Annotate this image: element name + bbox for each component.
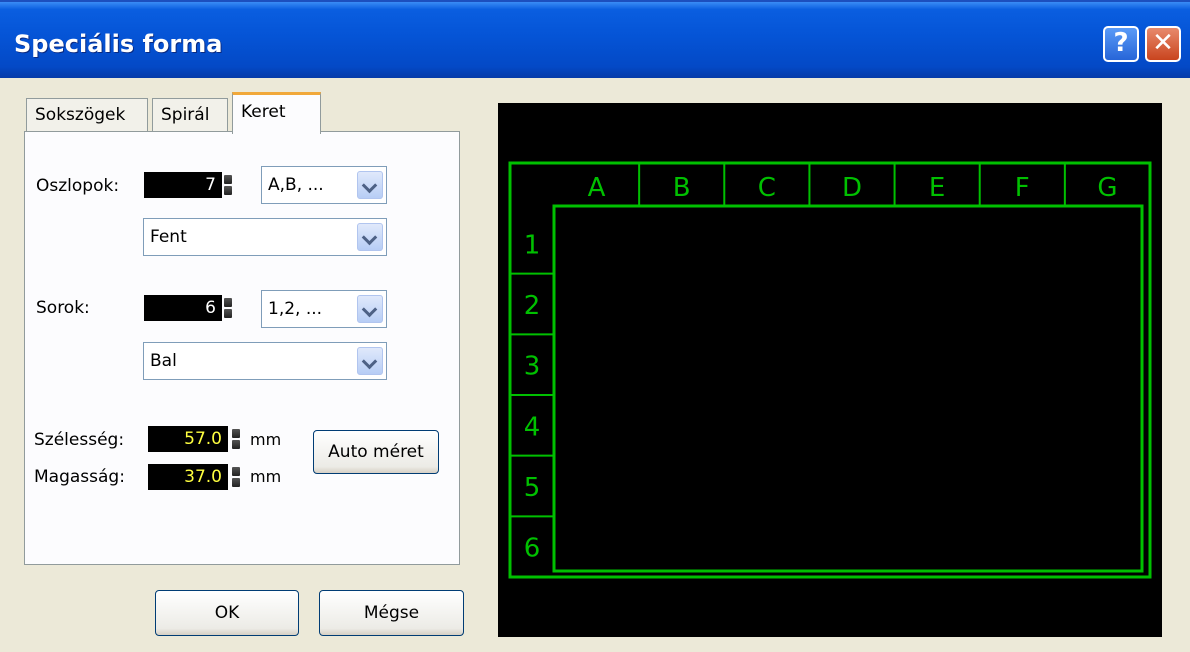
column-header-A: A	[588, 173, 606, 203]
rows-format-value: 1,2, ...	[268, 299, 323, 319]
cancel-button[interactable]: Mégse	[319, 590, 464, 636]
help-button[interactable]: ?	[1103, 26, 1139, 62]
height-unit: mm	[250, 467, 282, 486]
row-header-1: 1	[524, 230, 541, 260]
chevron-down-icon[interactable]	[357, 171, 383, 199]
column-header-C: C	[758, 173, 776, 203]
columns-format-select[interactable]: A,B, ...	[261, 166, 387, 204]
columns-position-value: Fent	[150, 227, 187, 247]
width-spin-icon[interactable]	[232, 429, 240, 449]
inner-frame	[552, 204, 1144, 573]
row-header-4: 4	[524, 412, 541, 442]
row-header-5: 5	[524, 473, 541, 503]
column-header-B: B	[673, 173, 691, 203]
ok-button[interactable]: OK	[155, 590, 299, 636]
title-bar: Speciális forma ? ✕	[0, 0, 1190, 78]
rows-label: Sorok:	[36, 298, 90, 318]
columns-format-value: A,B, ...	[268, 175, 324, 195]
column-header-E: E	[929, 173, 945, 203]
column-header-D: D	[842, 173, 862, 203]
columns-count-input[interactable]: 7	[144, 172, 222, 198]
close-button[interactable]: ✕	[1145, 26, 1181, 62]
auto-size-button[interactable]: Auto méret	[313, 430, 439, 474]
width-label: Szélesség:	[34, 430, 125, 450]
outer-frame	[508, 161, 1152, 579]
columns-position-select[interactable]: Fent	[143, 218, 387, 256]
rows-spin-icon[interactable]	[224, 298, 232, 318]
width-input[interactable]: 57.0	[148, 426, 228, 452]
chevron-down-icon[interactable]	[357, 223, 383, 251]
rows-position-value: Bal	[150, 351, 177, 371]
chevron-down-icon[interactable]	[357, 295, 383, 323]
row-header-2: 2	[524, 291, 541, 321]
rows-format-select[interactable]: 1,2, ...	[261, 290, 387, 328]
tab-sokszogek[interactable]: Sokszögek	[26, 98, 148, 132]
rows-count-input[interactable]: 6	[144, 295, 222, 321]
height-spin-icon[interactable]	[232, 467, 240, 487]
rows-position-select[interactable]: Bal	[143, 342, 387, 380]
columns-spin-icon[interactable]	[224, 175, 232, 195]
window-title: Speciális forma	[14, 30, 223, 58]
width-unit: mm	[250, 430, 282, 449]
tab-spiral[interactable]: Spirál	[152, 98, 228, 132]
column-header-F: F	[1015, 173, 1030, 203]
frame-preview-drawing: A B C D E F G 1 2 3 4 5 6	[508, 161, 1152, 579]
height-label: Magasság:	[34, 467, 125, 487]
frame-preview: A B C D E F G 1 2 3 4 5 6	[498, 103, 1162, 637]
columns-label: Oszlopok:	[36, 176, 120, 196]
chevron-down-icon[interactable]	[357, 347, 383, 375]
column-header-G: G	[1097, 173, 1117, 203]
row-header-6: 6	[524, 534, 541, 564]
row-header-3: 3	[524, 352, 541, 382]
tab-keret[interactable]: Keret	[232, 92, 321, 134]
height-input[interactable]: 37.0	[148, 464, 228, 490]
